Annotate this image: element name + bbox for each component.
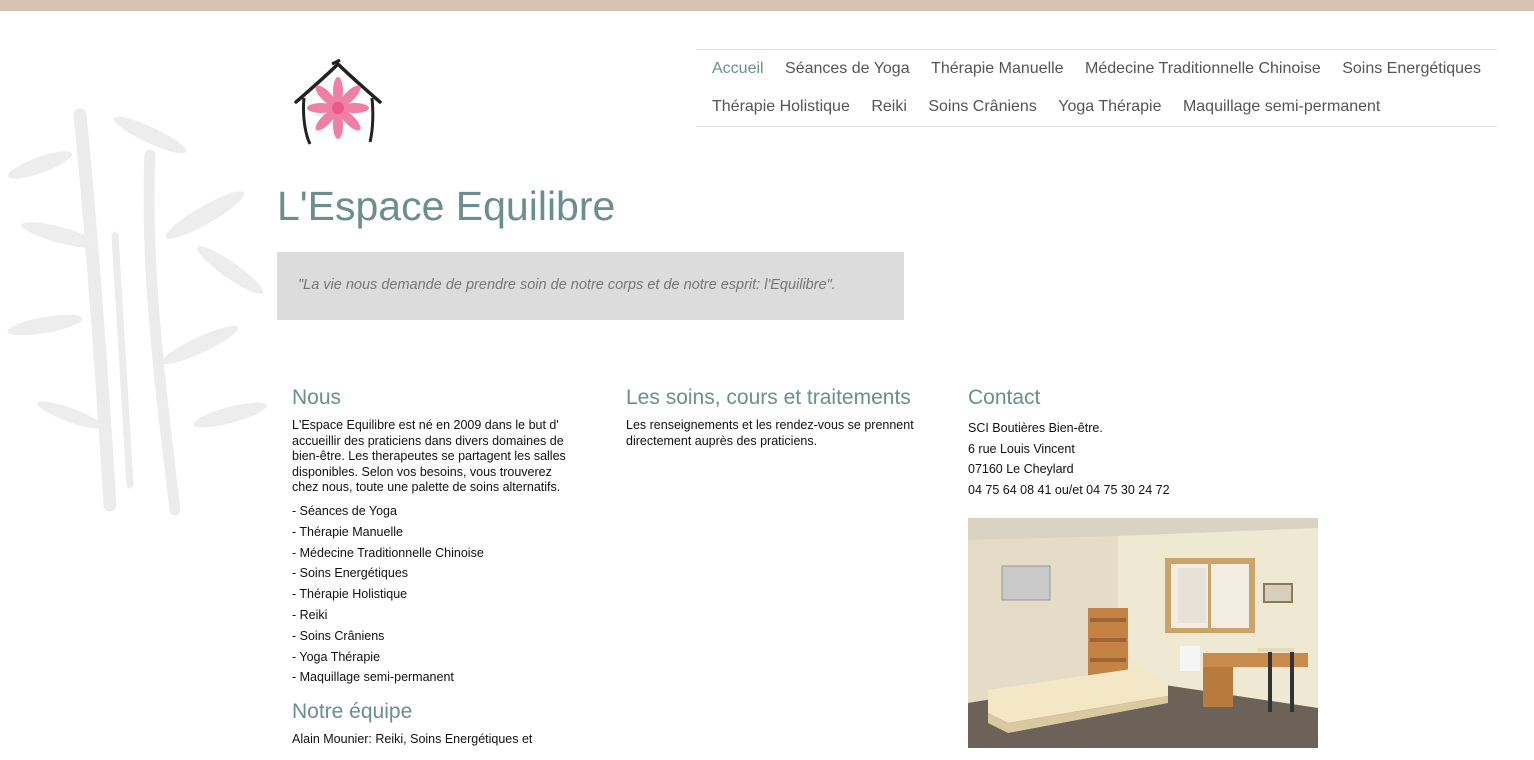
list-item: - Yoga Thérapie xyxy=(292,649,381,664)
section-contact: Contact SCI Boutières Bien-être. 6 rue L… xyxy=(968,386,1328,501)
list-item: - Séances de Yoga xyxy=(292,503,397,518)
section-soins: Les soins, cours et traitements Les rens… xyxy=(626,386,926,449)
nav-row-2: Thérapie Holistique Reiki Soins Crâniens… xyxy=(712,98,1397,116)
nav-link-medecine-chinoise[interactable]: Médecine Traditionnelle Chinoise xyxy=(1085,60,1321,78)
nous-text: L'Espace Equilibre est né en 2009 dans l… xyxy=(292,418,566,495)
list-item: - Thérapie Holistique xyxy=(292,587,408,602)
nav-link-accueil[interactable]: Accueil xyxy=(712,60,764,78)
logo-house-flower-icon xyxy=(294,58,382,145)
bamboo-background xyxy=(7,108,267,516)
team-text: Alain Mounier: Reiki, Soins Energétiques… xyxy=(292,732,533,747)
contact-company: SCI Boutières Bien-être. xyxy=(968,421,1103,435)
list-item: - Médecine Traditionnelle Chinoise xyxy=(292,545,484,560)
list-item: - Soins Energétiques xyxy=(292,566,409,581)
contact-lines: SCI Boutières Bien-être. 6 rue Louis Vin… xyxy=(968,418,1328,501)
list-item: - Thérapie Manuelle xyxy=(292,524,403,539)
room-photo xyxy=(968,518,1318,748)
nav-row-1: Accueil Séances de Yoga Thérapie Manuell… xyxy=(712,60,1498,78)
nous-heading: Nous xyxy=(292,386,342,409)
soins-text: Les renseignements et les rendez-vous se… xyxy=(626,418,914,448)
nav-link-therapie-manuelle[interactable]: Thérapie Manuelle xyxy=(931,60,1064,78)
nav-link-soins-craniens[interactable]: Soins Crâniens xyxy=(928,98,1037,116)
list-item: - Soins Crâniens xyxy=(292,628,385,643)
list-item: - Reiki xyxy=(292,607,328,622)
contact-heading: Contact xyxy=(968,386,1041,409)
contact-phone: 04 75 64 08 41 ou/et 04 75 30 24 72 xyxy=(968,483,1170,498)
nav-link-maquillage[interactable]: Maquillage semi-permanent xyxy=(1183,98,1380,116)
site-title: L'Espace Equilibre xyxy=(277,183,616,229)
top-bar xyxy=(0,0,1534,11)
nav-link-reiki[interactable]: Reiki xyxy=(871,98,907,116)
quote-text: "La vie nous demande de prendre soin de … xyxy=(298,277,836,293)
nav-link-seances-yoga[interactable]: Séances de Yoga xyxy=(785,60,910,78)
main-navigation: Accueil Séances de Yoga Thérapie Manuell… xyxy=(696,49,1497,127)
contact-street: 6 rue Louis Vincent xyxy=(968,441,1075,456)
services-list: - Séances de Yoga - Thérapie Manuelle - … xyxy=(292,501,567,688)
section-nous: Nous L'Espace Equilibre est né en 2009 d… xyxy=(292,386,567,747)
contact-city: 07160 Le Cheylard xyxy=(968,462,1074,477)
soins-heading: Les soins, cours et traitements xyxy=(626,386,911,409)
list-item: - Maquillage semi-permanent xyxy=(292,670,454,685)
nav-link-yoga-therapie[interactable]: Yoga Thérapie xyxy=(1058,98,1161,116)
nav-link-therapie-holistique[interactable]: Thérapie Holistique xyxy=(712,98,850,116)
quote-box: "La vie nous demande de prendre soin de … xyxy=(277,252,904,320)
nav-link-soins-energetiques[interactable]: Soins Energétiques xyxy=(1342,60,1481,78)
team-heading: Notre équipe xyxy=(292,700,413,724)
